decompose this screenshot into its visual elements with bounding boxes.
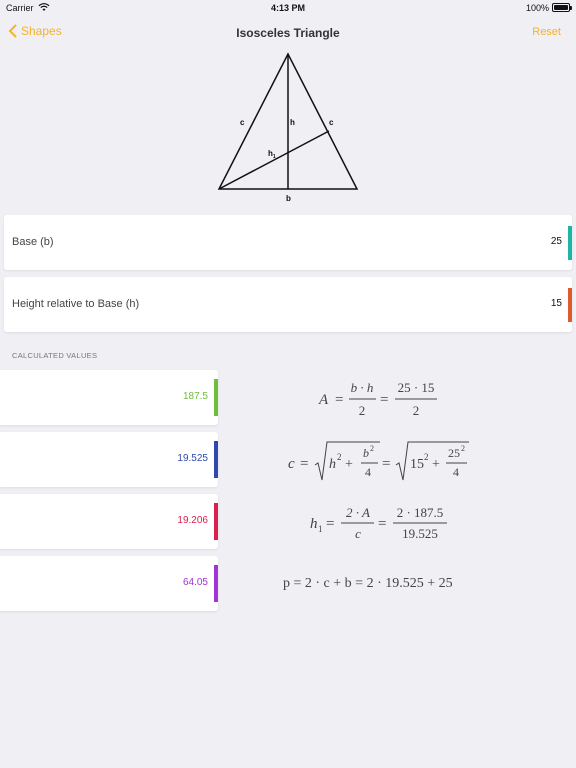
base-label: b (286, 194, 291, 203)
h1-formula-den2: 19.525 (402, 526, 438, 541)
perimeter-value: 64.05 (182, 577, 208, 588)
side-formula-plus2: + (432, 457, 440, 472)
h1-accent-bar (214, 503, 218, 540)
area-formula-den1: 2 (359, 403, 366, 418)
area-accent-bar (214, 379, 218, 416)
area-formula: A = b · h 2 = 25 · 15 2 (318, 380, 437, 418)
height-label: h (290, 118, 295, 127)
side-formula-plus1: + (345, 457, 353, 472)
height-input-label: Height relative to Base (h) (12, 298, 140, 310)
isosceles-triangle-diagram: c h c h1 b (217, 52, 359, 203)
battery-icon (552, 3, 572, 12)
h1-label-sub: 1 (273, 154, 276, 160)
h1-formula-den1: c (355, 526, 361, 541)
h1-formula-eq2: = (378, 516, 386, 532)
area-formula-den2: 2 (413, 403, 420, 418)
perimeter-accent-bar (214, 565, 218, 602)
height-accent-bar (568, 288, 572, 322)
side-formula-25: 25 (448, 446, 460, 460)
base-input-value[interactable]: 25 (551, 236, 562, 247)
h1-formula-eq1: = (326, 516, 334, 532)
height-input-value[interactable]: 15 (551, 298, 562, 309)
status-bar: Carrier 4:13 PM 100% (0, 0, 576, 16)
h1-value: 19.206 (177, 515, 208, 526)
h1-formula-num2: 2 · 187.5 (397, 505, 444, 520)
side-formula-lhs: c (288, 456, 295, 472)
side-accent-bar (214, 441, 218, 478)
side-formula-den1: 4 (365, 465, 371, 479)
base-accent-bar (568, 226, 572, 260)
side-label-left: c (240, 118, 245, 127)
perimeter-formula: p = 2 · c + b = 2 · 19.525 + 25 (283, 576, 453, 591)
h1-formula: h 1 = 2 · A c = 2 · 187.5 19.525 (310, 505, 447, 541)
battery-percent: 100% (525, 3, 549, 13)
area-value: 187.5 (182, 391, 208, 402)
clock: 4:13 PM (270, 3, 305, 13)
h1-label: h1 (268, 149, 276, 160)
perimeter-result-card: 64.05 (0, 556, 218, 611)
side-formula-15: 15 (410, 457, 424, 472)
side-value: 19.525 (177, 453, 208, 464)
area-formula-num2: 25 · 15 (398, 380, 435, 395)
side-formula-15-sq: 2 (424, 452, 429, 462)
perimeter-formula-text: p = 2 · c + b = 2 · 19.525 + 25 (283, 576, 453, 591)
area-formula-lhs: A (318, 392, 329, 408)
reset-button[interactable]: Reset (532, 26, 561, 38)
h1-result-card: 19.206 (0, 494, 218, 549)
area-formula-eq1: = (335, 392, 343, 408)
height-input-row[interactable]: Height relative to Base (h) 15 (4, 277, 572, 332)
calculated-values-header: CALCULATED VALUES (12, 351, 98, 360)
side-formula: c = h 2 + b 2 4 = 15 2 + 25 2 4 (288, 441, 469, 481)
area-result-card: 187.5 (0, 370, 218, 425)
navigation-bar: Shapes Isosceles Triangle Reset (0, 18, 576, 48)
side-formula-b-sq: 2 (370, 444, 374, 453)
area-formula-eq2: = (380, 392, 388, 408)
side-formula-eq1: = (300, 456, 308, 472)
area-formula-num1: b · h (351, 380, 374, 395)
base-input-label: Base (b) (12, 236, 54, 248)
side-formula-b: b (363, 446, 369, 460)
side-formula-den2: 4 (453, 465, 459, 479)
h1-formula-lhs-sub: 1 (318, 524, 323, 534)
side-formula-eq2: = (382, 456, 390, 472)
side-label-right: c (329, 118, 334, 127)
page-title: Isosceles Triangle (236, 26, 340, 40)
side-result-card: 19.525 (0, 432, 218, 487)
h1-formula-num1: 2 · A (346, 505, 370, 520)
h1-formula-lhs: h (310, 516, 318, 532)
side-formula-25-sq: 2 (461, 444, 465, 453)
side-formula-h-sq: 2 (337, 452, 342, 462)
base-input-row[interactable]: Base (b) 25 (4, 215, 572, 270)
side-formula-h: h (329, 457, 336, 472)
